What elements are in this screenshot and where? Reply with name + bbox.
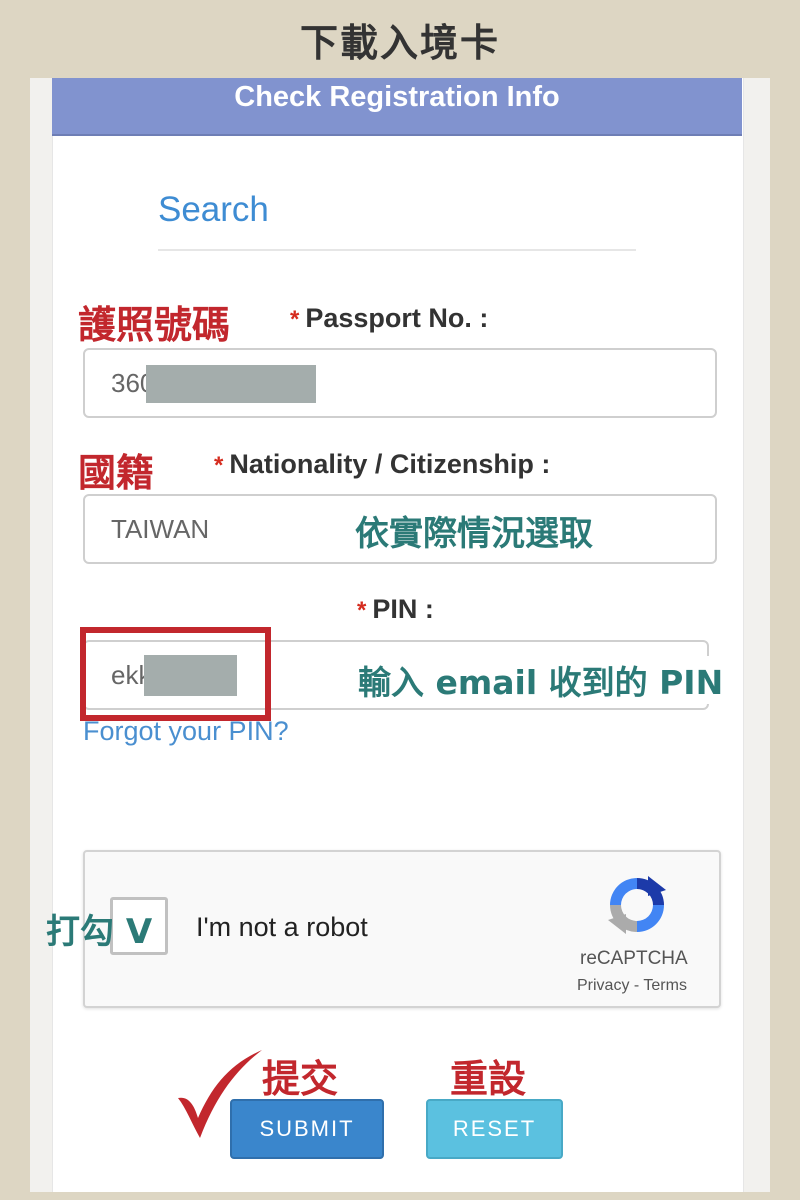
- recaptcha-prompt: I'm not a robot: [196, 912, 368, 942]
- annotation-captcha-hint: 打勾 V: [46, 912, 153, 952]
- card-header: Check Registration Info: [52, 78, 742, 136]
- recaptcha-privacy-link[interactable]: Privacy: [577, 977, 629, 994]
- annotation-passport: 護照號碼: [78, 303, 231, 347]
- nationality-label: * Nationality / Citizenship :: [214, 449, 550, 480]
- banner-title: 下載入境卡: [299, 20, 500, 65]
- required-marker: *: [214, 452, 224, 479]
- recaptcha-terms-link[interactable]: Terms: [643, 977, 687, 994]
- nationality-label-text: Nationality / Citizenship :: [229, 449, 551, 479]
- forgot-pin-link[interactable]: Forgot your PIN?: [83, 716, 289, 747]
- required-marker: *: [357, 597, 367, 624]
- submit-button[interactable]: SUBMIT: [230, 1099, 384, 1159]
- passport-label: * Passport No. :: [290, 303, 488, 334]
- recaptcha-logo-icon: [608, 876, 666, 934]
- annotation-nationality: 國籍: [78, 451, 155, 495]
- passport-redaction: [146, 365, 316, 403]
- pin-label-text: PIN :: [372, 594, 434, 624]
- recaptcha-brand: reCAPTCHA: [580, 948, 688, 969]
- pin-label: * PIN :: [357, 594, 434, 625]
- recaptcha-separator: -: [633, 977, 640, 994]
- search-divider: [158, 249, 636, 251]
- annotation-submit-hint: 提交: [262, 1057, 339, 1101]
- recaptcha-links: Privacy - Terms: [577, 977, 687, 995]
- search-title: Search: [158, 190, 269, 229]
- annotation-reset-hint: 重設: [450, 1057, 527, 1101]
- annotation-pin-hint: 輸入 email 收到的 PIN: [358, 656, 728, 704]
- required-marker: *: [290, 306, 300, 333]
- pin-highlight-box: [80, 627, 271, 721]
- reset-button[interactable]: RESET: [426, 1099, 563, 1159]
- passport-label-text: Passport No. :: [305, 303, 489, 333]
- page-banner: 下載入境卡: [0, 0, 800, 78]
- annotation-nationality-hint: 依實際情況選取: [355, 514, 593, 554]
- nationality-value: TAIWAN: [111, 514, 210, 544]
